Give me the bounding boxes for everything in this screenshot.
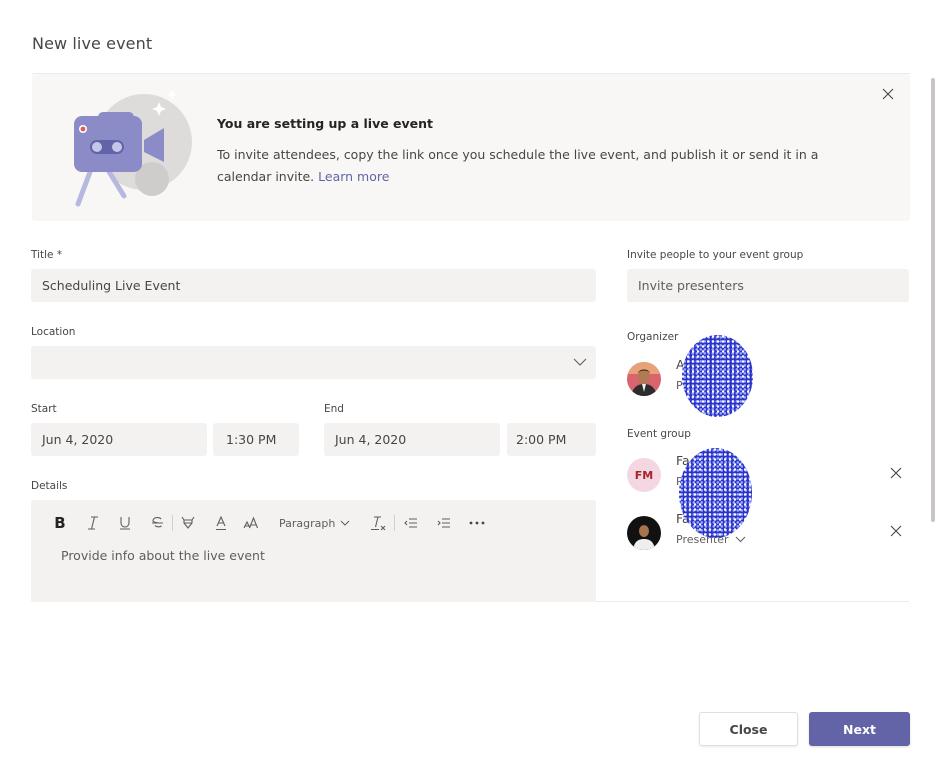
- end-time-input[interactable]: 2:00 PM: [507, 423, 596, 456]
- organizer-avatar: [627, 362, 661, 396]
- info-banner: You are setting up a live event To invit…: [32, 74, 910, 221]
- side-divider: [596, 601, 909, 602]
- toolbar-separator: [172, 515, 173, 531]
- close-icon[interactable]: [889, 524, 903, 538]
- scrollbar[interactable]: [931, 78, 935, 522]
- next-button[interactable]: Next: [809, 712, 910, 746]
- decrease-indent-icon[interactable]: [404, 514, 418, 532]
- font-color-icon[interactable]: [215, 514, 227, 532]
- details-label: Details: [31, 480, 68, 492]
- title-input[interactable]: Scheduling Live Event: [31, 269, 596, 302]
- banner-heading: You are setting up a live event: [217, 116, 434, 131]
- banner-description: To invite attendees, copy the link once …: [217, 147, 819, 184]
- video-camera-illustration: [74, 90, 192, 207]
- member-avatar: FM: [627, 458, 661, 492]
- paragraph-dropdown[interactable]: Paragraph: [279, 514, 350, 532]
- details-placeholder: Provide info about the live event: [61, 548, 265, 563]
- clear-formatting-icon[interactable]: [370, 514, 386, 532]
- font-size-icon[interactable]: [243, 514, 259, 532]
- title-label: Title *: [31, 249, 63, 261]
- highlight-icon[interactable]: [181, 514, 195, 532]
- italic-icon[interactable]: [87, 514, 99, 532]
- start-label: Start: [31, 403, 57, 415]
- close-button[interactable]: Close: [699, 712, 798, 746]
- paragraph-label: Paragraph: [279, 516, 336, 530]
- organizer-label: Organizer: [627, 331, 679, 343]
- end-label: End: [324, 403, 344, 415]
- banner-text: To invite attendees, copy the link once …: [217, 144, 837, 188]
- chevron-down-icon: [340, 520, 350, 526]
- details-editor[interactable]: B Paragraph Provide info about the live …: [31, 500, 596, 602]
- invite-presenters-input[interactable]: Invite presenters: [627, 269, 909, 302]
- learn-more-link[interactable]: Learn more: [318, 169, 389, 184]
- end-date-input[interactable]: Jun 4, 2020: [324, 423, 500, 456]
- redaction-mark: [679, 448, 752, 538]
- dialog-title: New live event: [32, 34, 153, 53]
- start-date-input[interactable]: Jun 4, 2020: [31, 423, 207, 456]
- close-icon[interactable]: [889, 466, 903, 480]
- event-group-label: Event group: [627, 428, 691, 440]
- increase-indent-icon[interactable]: [437, 514, 451, 532]
- toolbar-separator: [394, 515, 396, 531]
- location-dropdown[interactable]: [31, 346, 596, 379]
- more-options-icon[interactable]: [469, 514, 485, 532]
- member-avatar: [627, 516, 661, 550]
- redaction-mark: [682, 335, 753, 417]
- formatting-toolbar: B Paragraph: [53, 514, 485, 532]
- location-label: Location: [31, 326, 76, 338]
- chevron-down-icon: [573, 358, 587, 366]
- invite-label: Invite people to your event group: [627, 249, 804, 261]
- start-time-input[interactable]: 1:30 PM: [213, 423, 299, 456]
- chevron-down-icon: [735, 536, 745, 543]
- close-icon[interactable]: [880, 86, 896, 102]
- strikethrough-icon[interactable]: [151, 514, 164, 532]
- underline-icon[interactable]: [119, 514, 131, 532]
- bold-icon[interactable]: B: [53, 514, 67, 532]
